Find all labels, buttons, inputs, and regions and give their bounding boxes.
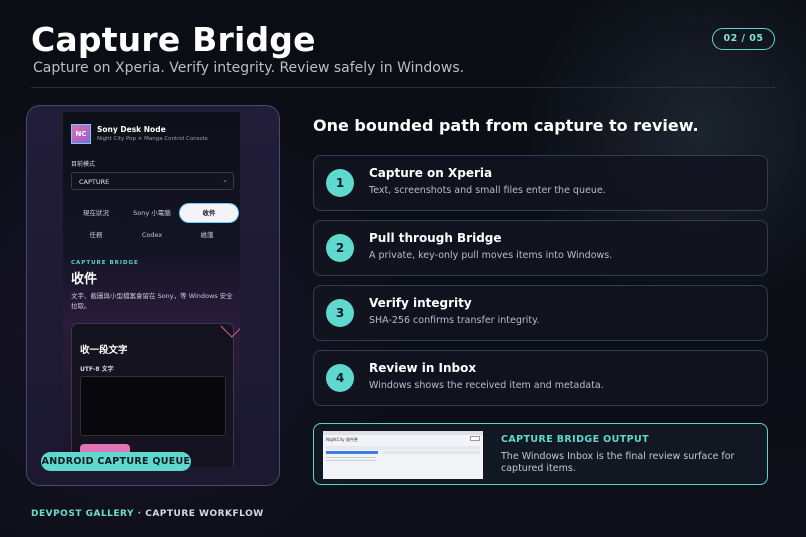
step-title: Review in Inbox (369, 361, 477, 375)
footer-label: DEVPOST GALLERY · CAPTURE WORKFLOW (31, 509, 264, 519)
tab-inbox[interactable]: 收件 (180, 204, 238, 222)
section-eyebrow: CAPTURE BRIDGE (71, 260, 139, 266)
footer-section: CAPTURE WORKFLOW (145, 509, 264, 519)
thumbnail-table-header (326, 446, 480, 450)
tab-status[interactable]: 現在狀況 (67, 204, 125, 222)
section-description: 文字、截圖與小型檔案會留在 Sony，等 Windows 安全拉取。 (71, 292, 233, 310)
tab-sony-pc[interactable]: Sony 小電腦 (123, 204, 181, 222)
step-card: 3 Verify integrity SHA-256 confirms tran… (313, 285, 768, 341)
tab-codex[interactable]: Codex (123, 226, 181, 244)
page-indicator-badge: 02 / 05 (712, 28, 775, 50)
queue-label-pill: ANDROID CAPTURE QUEUE (41, 452, 191, 471)
step-number-badge: 3 (326, 299, 354, 327)
path-heading: One bounded path from capture to review. (313, 116, 699, 135)
step-description: SHA-256 confirms transfer integrity. (369, 315, 540, 326)
page-subtitle: Capture on Xperia. Verify integrity. Rev… (33, 60, 465, 76)
card-title: 收一段文字 (80, 345, 128, 356)
step-number-badge: 1 (326, 169, 354, 197)
step-title: Capture on Xperia (369, 166, 493, 180)
step-number-badge: 2 (326, 234, 354, 262)
thumbnail-titlebar (323, 431, 483, 435)
tab-maintenance[interactable]: 維護 (178, 226, 236, 244)
thumbnail-app-title: NightCity 收件匣 (326, 437, 358, 442)
app-tagline: Night City Pop × Manga Control Console (97, 136, 208, 142)
thumbnail-detail-row (383, 451, 480, 454)
footer-separator: · (137, 509, 142, 519)
card-corner-accent (220, 315, 240, 338)
header-divider (31, 87, 775, 88)
windows-inbox-thumbnail: NightCity 收件匣 (323, 431, 483, 479)
text-input-area[interactable] (80, 376, 226, 436)
mode-select-value: CAPTURE (79, 178, 110, 186)
app-name: Sony Desk Node (97, 125, 166, 134)
step-description: A private, key-only pull moves items int… (369, 250, 613, 261)
step-number-badge: 4 (326, 364, 354, 392)
thumbnail-button (470, 436, 480, 441)
app-logo: NC (71, 124, 91, 144)
step-title: Pull through Bridge (369, 231, 502, 245)
thumbnail-selected-row (326, 451, 378, 454)
mode-label: 目前模式 (71, 161, 96, 168)
output-description: The Windows Inbox is the final review su… (501, 451, 735, 474)
step-title: Verify integrity (369, 296, 472, 310)
step-card: 1 Capture on Xperia Text, screenshots an… (313, 155, 768, 211)
card-field-label: UTF-8 文字 (80, 366, 114, 373)
section-heading: 收件 (71, 272, 98, 287)
chevron-down-icon: ⌄ (222, 176, 228, 184)
app-header: NC Sony Desk Node Night City Pop × Manga… (71, 124, 236, 148)
mode-select[interactable]: CAPTURE ⌄ (71, 172, 234, 190)
footer-brand: DEVPOST GALLERY (31, 509, 135, 519)
output-card: NightCity 收件匣 CAPTURE BRIDGE OUTPUT The … (313, 423, 768, 485)
phone-screenshot: NC Sony Desk Node Night City Pop × Manga… (63, 112, 240, 467)
step-description: Windows shows the received item and meta… (369, 380, 604, 391)
thumbnail-line (326, 457, 376, 458)
thumbnail-line (326, 460, 376, 461)
page-title: Capture Bridge (31, 20, 316, 59)
text-capture-card: 收一段文字 UTF-8 文字 (71, 315, 240, 467)
step-description: Text, screenshots and small files enter … (369, 185, 606, 196)
step-card: 4 Review in Inbox Windows shows the rece… (313, 350, 768, 406)
step-card: 2 Pull through Bridge A private, key-onl… (313, 220, 768, 276)
tab-tasks[interactable]: 任務 (67, 226, 125, 244)
output-eyebrow: CAPTURE BRIDGE OUTPUT (501, 434, 649, 445)
